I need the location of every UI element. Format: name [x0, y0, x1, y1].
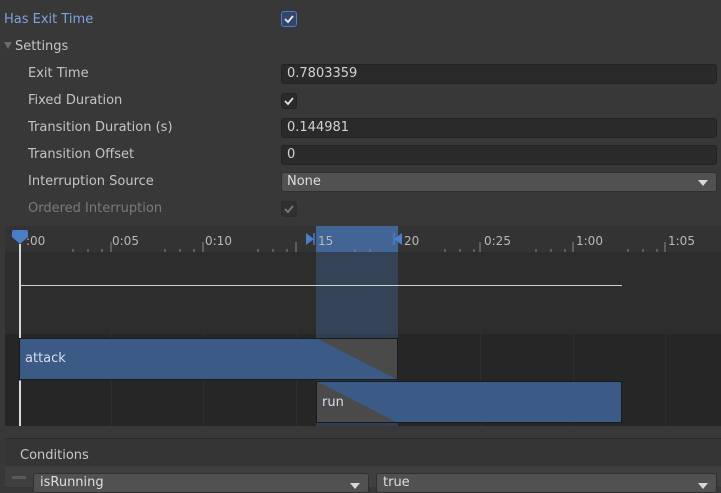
transition-start-marker-icon[interactable] — [304, 232, 316, 246]
ordered-interruption-checkbox — [281, 201, 297, 217]
grid-line — [665, 252, 666, 426]
check-icon — [284, 15, 294, 24]
triangle-down-icon — [4, 42, 12, 49]
exit-time-label: Exit Time — [28, 66, 89, 81]
ordered-interruption-label: Ordered Interruption — [28, 201, 163, 216]
ruler-minor-ticks — [72, 242, 666, 252]
attack-clip[interactable] — [19, 338, 400, 382]
condition-parameter-value: isRunning — [40, 475, 104, 490]
interruption-source-dropdown[interactable]: None — [281, 172, 717, 192]
fixed-duration-checkbox[interactable] — [281, 93, 297, 109]
chevron-down-icon — [698, 180, 708, 186]
check-icon — [284, 97, 294, 106]
transition-offset-label: Transition Offset — [28, 147, 135, 162]
condition-parameter-dropdown[interactable]: isRunning — [33, 473, 369, 493]
interruption-source-label: Interruption Source — [28, 174, 154, 189]
fixed-duration-label: Fixed Duration — [28, 93, 123, 108]
drag-handle-icon[interactable] — [12, 476, 26, 479]
playhead-line — [19, 244, 21, 426]
transition-end-marker-icon[interactable] — [392, 232, 404, 246]
condition-value: true — [383, 475, 410, 490]
exit-time-field[interactable]: 0.7803359 — [281, 64, 717, 84]
weight-curve-line — [19, 285, 622, 286]
conditions-header: Conditions — [20, 448, 89, 463]
chevron-down-icon — [350, 483, 360, 489]
transition-offset-field[interactable]: 0 — [281, 145, 717, 165]
has-exit-time-label: Has Exit Time — [4, 12, 94, 27]
condition-value-dropdown[interactable]: true — [376, 473, 717, 493]
has-exit-time-checkbox[interactable] — [281, 11, 297, 27]
settings-label: Settings — [15, 39, 69, 54]
attack-clip-label: attack — [25, 351, 66, 366]
chevron-down-icon — [698, 483, 708, 489]
run-clip[interactable] — [316, 381, 623, 425]
run-clip-label: run — [322, 395, 344, 410]
check-icon — [284, 205, 294, 214]
interruption-source-value: None — [287, 174, 321, 189]
settings-foldout[interactable]: Settings — [4, 37, 68, 57]
transition-duration-label: Transition Duration (s) — [28, 120, 173, 135]
transition-duration-field[interactable]: 0.144981 — [281, 118, 717, 138]
